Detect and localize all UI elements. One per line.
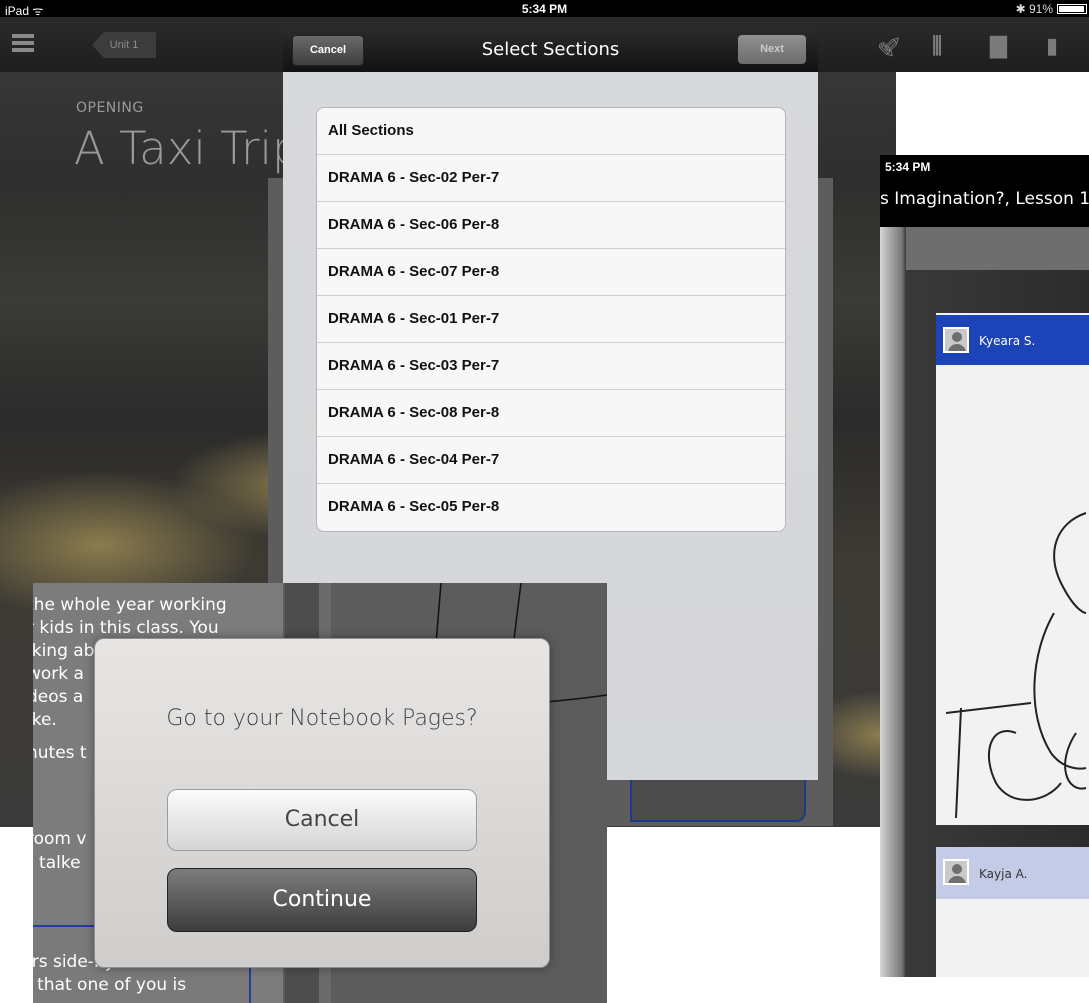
notebook-alert-dialog: Go to your Notebook Pages? Cancel Contin… [94,638,550,968]
student-card-header: Kyeara S. [936,315,1089,365]
battery-text: ✱ 91% [1015,2,1053,16]
lesson-text-line: deos a [33,687,84,707]
student-work-screenshot: 5:34 PM s Imagination?, Lesson 1 Kyeara … [880,155,1089,977]
lesson-title: A Taxi Trip [74,122,301,175]
section-item[interactable]: DRAMA 6 - Sec-06 Per-8 [317,202,785,249]
sections-list: All Sections DRAMA 6 - Sec-02 Per-7 DRAM… [316,107,786,532]
clipboard-icon[interactable]: ▮ [1046,33,1058,59]
lesson-text-line: room v [33,829,87,849]
lesson-text-line: r kids in this class. You [33,618,219,638]
avatar [943,859,969,885]
screenshot-toolbar [906,227,1089,270]
app-toolbar-right: ✐ ⫼ ▇ ▮ [883,17,1089,72]
section-item-all[interactable]: All Sections [317,108,785,155]
section-label: OPENING [76,100,144,116]
screenshot-time: 5:34 PM [885,160,931,174]
alert-continue-button[interactable]: Continue [167,868,477,932]
screenshot-title: s Imagination?, Lesson 1 [880,189,1089,209]
library-icon[interactable]: ⫼ [932,33,942,59]
section-item[interactable]: DRAMA 6 - Sec-05 Per-8 [317,484,785,531]
notebook-alert-screenshot: the whole year working r kids in this cl… [33,583,607,1003]
alert-question: Go to your Notebook Pages? [166,706,478,731]
pencil-icon[interactable]: ✐ [883,33,901,59]
next-button[interactable]: Next [738,35,806,64]
student-card-header: Kayja A. [936,847,1089,899]
lesson-text-line: ike. [33,710,57,730]
section-item[interactable]: DRAMA 6 - Sec-02 Per-7 [317,155,785,202]
student-page[interactable] [936,899,1089,977]
student-name: Kayja A. [979,867,1028,881]
comment-icon[interactable]: ▇ [990,33,1007,59]
section-item[interactable]: DRAMA 6 - Sec-08 Per-8 [317,390,785,437]
section-item[interactable]: DRAMA 6 - Sec-07 Per-8 [317,249,785,296]
section-item[interactable]: DRAMA 6 - Sec-04 Per-7 [317,437,785,484]
sections-nav-bar: Cancel Select Sections Next [283,27,818,72]
lesson-text-line: work a [33,664,84,684]
handwriting-drawing [945,512,1087,819]
lesson-text-line: nutes t [33,743,87,763]
lesson-text-line: lking ab [33,641,95,661]
lesson-text-line: the whole year working [33,595,227,615]
lesson-text-line: l that one of you is [33,975,187,995]
section-item[interactable]: DRAMA 6 - Sec-03 Per-7 [317,343,785,390]
unit-back-button[interactable]: Unit 1 [92,32,156,58]
avatar [943,327,969,353]
student-page[interactable] [936,313,1089,825]
status-bar: iPad ᯤ 5:34 PM ✱ 91% [0,0,1089,18]
section-item[interactable]: DRAMA 6 - Sec-01 Per-7 [317,296,785,343]
student-name: Kyeara S. [979,334,1036,348]
menu-icon[interactable] [12,34,34,52]
battery-icon [1057,4,1087,14]
status-time: 5:34 PM [521,2,568,16]
lesson-text-line: ) talke [33,853,81,873]
alert-cancel-button[interactable]: Cancel [167,789,477,851]
